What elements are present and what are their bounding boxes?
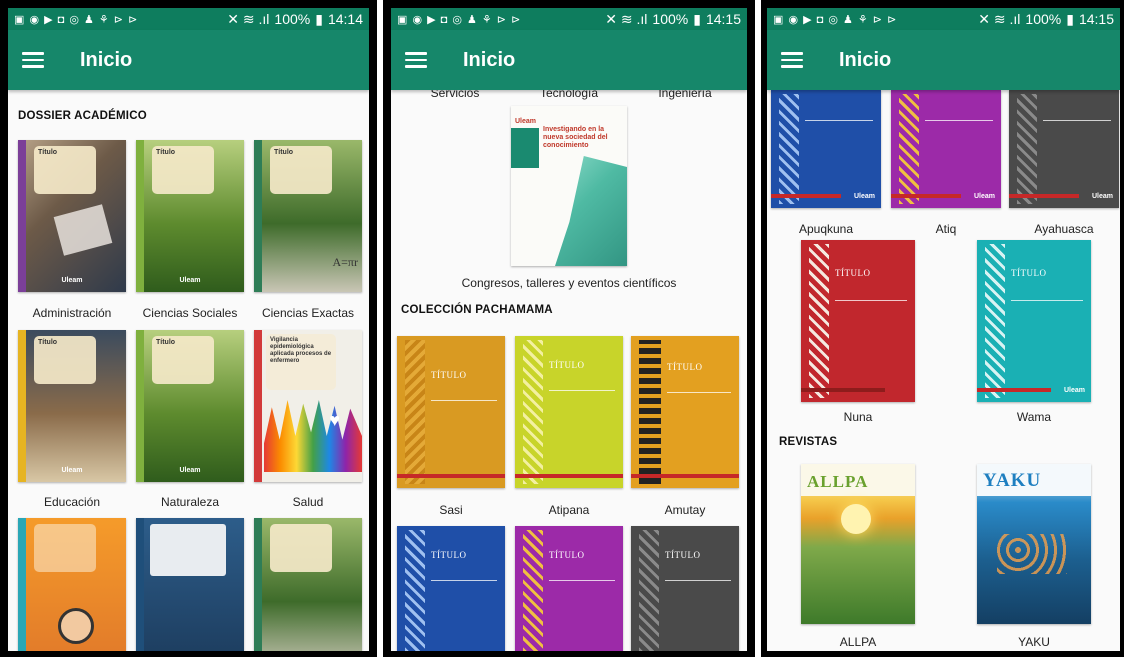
page-title: Inicio <box>839 48 892 71</box>
yaku-masthead: YAKU <box>983 470 1042 491</box>
uleam-logo: Uleam <box>515 118 537 125</box>
menu-icon[interactable] <box>405 52 427 68</box>
status-bar: ▣ ◉ ▶ ◘ ◎ ♟ ⚘ ⊳ ⊳ ✕ ≋ .ıl 100% ▮ 14:15 <box>391 8 747 30</box>
label-tecnologia[interactable]: Tecnología <box>515 90 623 100</box>
content: Uleam Apuqkuna Uleam Atiq Uleam Ayahuasc… <box>767 90 1120 651</box>
label-apuqkuna[interactable]: Apuqkuna <box>771 222 881 236</box>
screen-1: ▣ ◉ ▶ ◘ ◎ ♟ ⚘ ⊳ ⊳ ✕ ≋ .ıl 100% ▮ 14:14 I… <box>8 8 369 651</box>
app-bar: Inicio <box>391 30 747 90</box>
signal-icon: ✕ ≋ .ıl <box>605 10 648 27</box>
battery-icon: ▮ <box>693 10 701 27</box>
label-ayahuasca[interactable]: Ayahuasca <box>1009 222 1119 236</box>
phone-screen-3: ▣ ◉ ▶ ◘ ◎ ♟ ⚘ ⊳ ⊳ ✕ ≋ .ıl 100% ▮ 14:15 I… <box>761 0 1124 657</box>
status-right: ✕ ≋ .ıl 100% ▮ 14:15 <box>605 11 741 28</box>
label-atipana[interactable]: Atipana <box>515 503 623 517</box>
book-cover-amutay[interactable]: TÍTULO <box>631 336 739 488</box>
book-cover-naturaleza[interactable]: Título Uleam <box>136 330 244 482</box>
label-amutay[interactable]: Amutay <box>631 503 739 517</box>
label-ingenieria[interactable]: Ingeniería <box>631 90 739 100</box>
featured-title: Investigando en la nueva sociedad del co… <box>543 126 608 149</box>
book-cover-atiq[interactable]: Uleam <box>891 90 1001 208</box>
content: DOSSIER ACADÉMICO Título Uleam Administr… <box>8 90 369 651</box>
magazine-cover-allpa[interactable]: ALLPA <box>801 464 915 624</box>
signal-icon: ✕ ≋ .ıl <box>227 10 270 27</box>
menu-icon[interactable] <box>781 52 803 68</box>
label-yaku[interactable]: YAKU <box>977 635 1091 649</box>
status-right: ✕ ≋ .ıl 100% ▮ 14:14 <box>227 11 363 28</box>
app-bar: Inicio <box>767 30 1120 90</box>
book-cover-ciencias-exactas[interactable]: Título A=πr <box>254 140 362 292</box>
phone-screen-2: ▣ ◉ ▶ ◘ ◎ ♟ ⚘ ⊳ ⊳ ✕ ≋ .ıl 100% ▮ 14:15 I… <box>383 0 755 657</box>
book-cover-row3-3[interactable] <box>254 518 362 651</box>
section-title-dossier: DOSSIER ACADÉMICO <box>18 110 147 122</box>
app-bar: Inicio <box>8 30 369 90</box>
notification-icons: ▣ ◉ ▶ ◘ ◎ ♟ ⚘ ⊳ ⊳ <box>773 13 898 26</box>
book-cover-ciencias-sociales[interactable]: Título Uleam <box>136 140 244 292</box>
battery-level: 100% <box>652 11 689 27</box>
book-cover-administracion[interactable]: Título Uleam <box>18 140 126 292</box>
book-cover-educacion[interactable]: Título Uleam <box>18 330 126 482</box>
menu-icon[interactable] <box>22 52 44 68</box>
battery-level: 100% <box>274 11 311 27</box>
book-cover-atipana[interactable]: TÍTULO <box>515 336 623 488</box>
phone-screen-1: ▣ ◉ ▶ ◘ ◎ ♟ ⚘ ⊳ ⊳ ✕ ≋ .ıl 100% ▮ 14:14 I… <box>0 0 377 657</box>
label-congresos[interactable]: Congresos, talleres y eventos científico… <box>411 276 727 290</box>
screen-2: ▣ ◉ ▶ ◘ ◎ ♟ ⚘ ⊳ ⊳ ✕ ≋ .ıl 100% ▮ 14:15 I… <box>391 8 747 651</box>
label-ciencias-exactas[interactable]: Ciencias Exactas <box>254 306 362 320</box>
label-allpa[interactable]: ALLPA <box>801 635 915 649</box>
allpa-masthead: ALLPA <box>807 472 869 491</box>
label-servicios[interactable]: Servicios <box>401 90 509 100</box>
book-cover-ayahuasca[interactable]: Uleam <box>1009 90 1119 208</box>
signal-icon: ✕ ≋ .ıl <box>978 10 1021 27</box>
book-cover-ayahuasca-partial[interactable]: TÍTULO <box>631 526 739 651</box>
label-atiq[interactable]: Atiq <box>891 222 1001 236</box>
label-sasi[interactable]: Sasi <box>397 503 505 517</box>
label-educacion[interactable]: Educación <box>18 495 126 509</box>
label-salud[interactable]: Salud <box>254 495 362 509</box>
label-ciencias-sociales[interactable]: Ciencias Sociales <box>136 306 244 320</box>
book-cover-atiq-partial[interactable]: TÍTULO <box>515 526 623 651</box>
magazine-cover-yaku[interactable]: YAKU <box>977 464 1091 624</box>
clock: 14:15 <box>705 11 741 27</box>
book-cover-sasi[interactable]: TÍTULO <box>397 336 505 488</box>
status-right: ✕ ≋ .ıl 100% ▮ 14:15 <box>978 11 1114 28</box>
label-administracion[interactable]: Administración <box>18 306 126 320</box>
label-nuna[interactable]: Nuna <box>801 410 915 424</box>
notification-icons: ▣ ◉ ▶ ◘ ◎ ♟ ⚘ ⊳ ⊳ <box>14 13 139 26</box>
book-cover-salud[interactable]: Vigilancia epidemiológica aplicada proce… <box>254 330 362 482</box>
section-title-revistas: REVISTAS <box>779 436 838 448</box>
screen-3: ▣ ◉ ▶ ◘ ◎ ♟ ⚘ ⊳ ⊳ ✕ ≋ .ıl 100% ▮ 14:15 I… <box>767 8 1120 651</box>
label-wama[interactable]: Wama <box>977 410 1091 424</box>
battery-icon: ▮ <box>315 10 323 27</box>
status-bar: ▣ ◉ ▶ ◘ ◎ ♟ ⚘ ⊳ ⊳ ✕ ≋ .ıl 100% ▮ 14:15 <box>767 8 1120 30</box>
clock: 14:15 <box>1078 11 1114 27</box>
book-cover-row3-1[interactable] <box>18 518 126 651</box>
status-bar: ▣ ◉ ▶ ◘ ◎ ♟ ⚘ ⊳ ⊳ ✕ ≋ .ıl 100% ▮ 14:14 <box>8 8 369 30</box>
page-title: Inicio <box>80 48 133 71</box>
battery-level: 100% <box>1025 11 1062 27</box>
book-cover-apuqkuna-partial[interactable]: TÍTULO <box>397 526 505 651</box>
battery-icon: ▮ <box>1066 10 1074 27</box>
notification-icons: ▣ ◉ ▶ ◘ ◎ ♟ ⚘ ⊳ ⊳ <box>397 13 522 26</box>
page-title: Inicio <box>463 48 516 71</box>
book-cover-wama[interactable]: TÍTULO Uleam <box>977 240 1091 402</box>
book-cover-congresos[interactable]: Uleam Investigando en la nueva sociedad … <box>511 106 627 266</box>
book-cover-row3-2[interactable] <box>136 518 244 651</box>
content: Servicios Tecnología Ingeniería Uleam In… <box>391 90 747 651</box>
book-cover-nuna[interactable]: TÍTULO <box>801 240 915 402</box>
book-cover-apuqkuna[interactable]: Uleam <box>771 90 881 208</box>
label-naturaleza[interactable]: Naturaleza <box>136 495 244 509</box>
section-title-pachamama: COLECCIÓN PACHAMAMA <box>401 304 553 316</box>
clock: 14:14 <box>327 11 363 27</box>
screenshot-collage: ▣ ◉ ▶ ◘ ◎ ♟ ⚘ ⊳ ⊳ ✕ ≋ .ıl 100% ▮ 14:14 I… <box>0 0 1124 657</box>
